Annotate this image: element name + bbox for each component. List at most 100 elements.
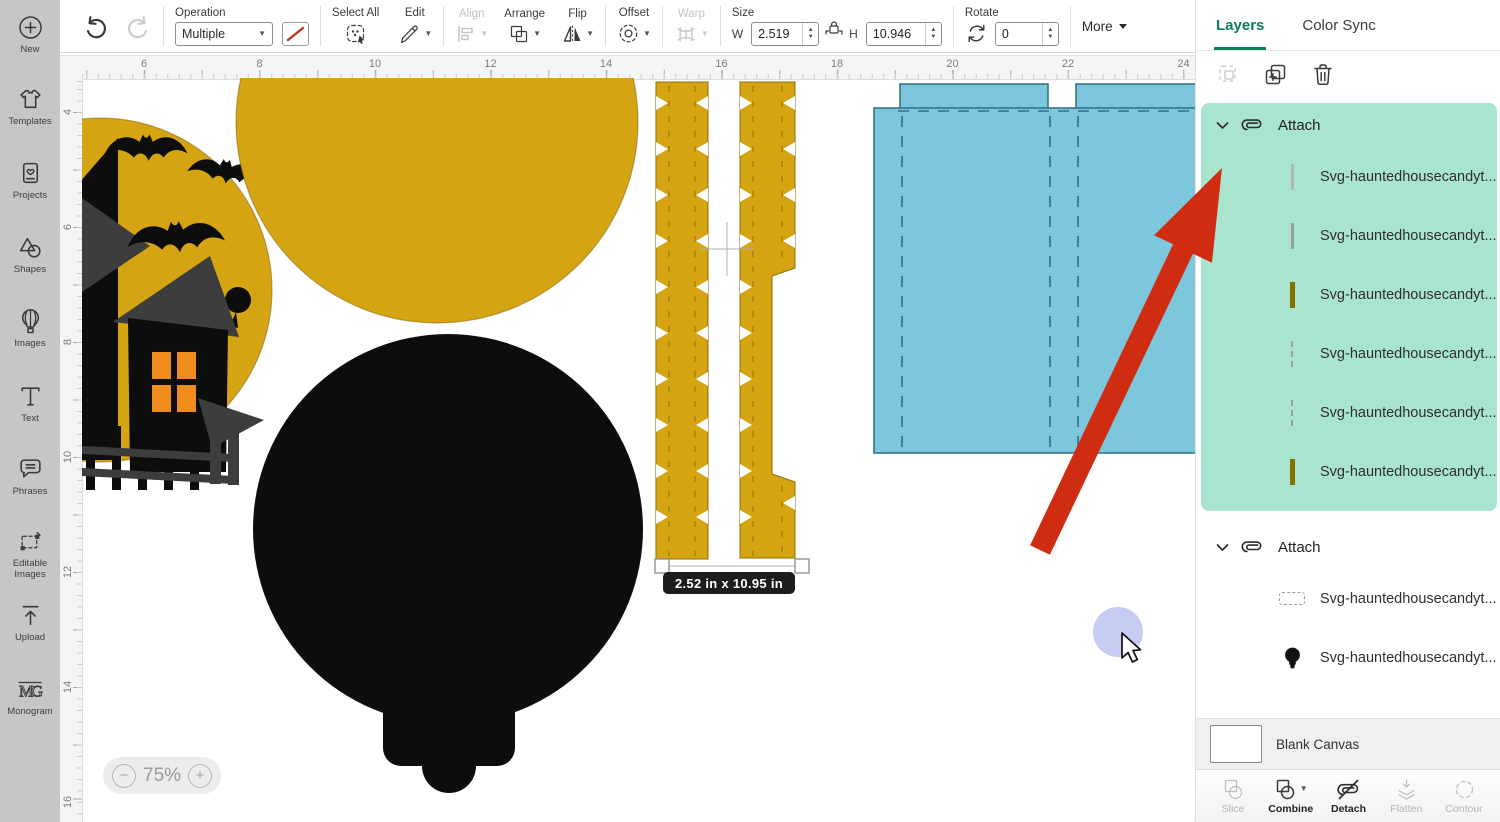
sidebar-item-label: Templates <box>8 116 52 127</box>
rotate-label: Rotate <box>964 6 999 19</box>
redo-button[interactable] <box>124 12 152 40</box>
blue-box-template <box>873 83 1195 454</box>
offset-button[interactable]: Offset ▼ <box>617 7 651 45</box>
sidebar-item-text[interactable]: Text <box>0 383 60 424</box>
sidebar-item-monogram[interactable]: MG Monogram <box>0 676 60 717</box>
layers-panel: Layers Color Sync Attach Svg-hauntedhous… <box>1195 0 1500 822</box>
group-header[interactable]: Attach <box>1201 525 1497 569</box>
slice-icon <box>1222 778 1245 801</box>
sidebar-item-phrases[interactable]: Phrases <box>0 456 60 497</box>
hot-air-balloon-icon <box>17 308 44 335</box>
rotate-stepper-arrows[interactable]: ▲ ▼ <box>1041 22 1058 45</box>
layers-toolbar <box>1196 51 1500 97</box>
layer-row[interactable]: Svg-hauntedhousecandyt... <box>1201 383 1497 442</box>
pencil-icon <box>397 22 421 46</box>
align-button[interactable]: Align ▼ <box>455 8 488 45</box>
chevron-down-icon <box>1118 23 1127 29</box>
layer-row[interactable]: Svg-hauntedhousecandyt... <box>1201 147 1497 206</box>
ruler-label: 8 <box>62 338 74 346</box>
align-icon <box>455 23 477 45</box>
rotate-input[interactable] <box>995 26 1042 41</box>
sidebar-item-new[interactable]: New <box>0 14 60 55</box>
tab-layers[interactable]: Layers <box>1213 0 1267 50</box>
operation-dropdown[interactable]: Multiple ▼ <box>175 21 273 46</box>
sidebar-item-templates[interactable]: Templates <box>0 86 60 127</box>
layer-label: Svg-hauntedhousecandyt... <box>1320 286 1497 303</box>
detach-icon <box>1336 778 1361 801</box>
layer-row[interactable]: Svg-hauntedhousecandyt... <box>1201 569 1497 628</box>
layer-label: Svg-hauntedhousecandyt... <box>1320 649 1497 666</box>
more-button[interactable]: More <box>1082 19 1127 34</box>
operation-group: Operation Multiple ▼ <box>175 7 309 46</box>
warp-button[interactable]: Warp ▼ <box>674 8 709 45</box>
ruler-label: 18 <box>830 58 844 70</box>
layer-label: Svg-hauntedhousecandyt... <box>1320 168 1497 185</box>
layer-thumbnail-line <box>1279 163 1305 190</box>
tab-color-sync[interactable]: Color Sync <box>1302 0 1375 50</box>
zoom-out-button[interactable]: − <box>112 763 136 788</box>
contour-icon <box>1453 778 1476 801</box>
height-input[interactable] <box>866 26 925 41</box>
layer-row[interactable]: Svg-hauntedhousecandyt... <box>1201 442 1497 501</box>
blank-canvas-swatch[interactable] <box>1210 725 1262 763</box>
layer-row[interactable]: Svg-hauntedhousecandyt... <box>1201 324 1497 383</box>
v-ruler: 4 6 8 10 12 14 16 <box>60 78 83 822</box>
select-all-button[interactable]: Select All <box>332 7 379 46</box>
warp-icon <box>674 23 698 45</box>
height-stepper: ▲▼ <box>865 21 942 46</box>
blank-canvas-row[interactable]: Blank Canvas <box>1196 718 1500 770</box>
group-header[interactable]: Attach <box>1201 103 1497 147</box>
layer-row[interactable]: Svg-hauntedhousecandyt... <box>1201 206 1497 265</box>
ruler-label: 6 <box>140 58 148 70</box>
sidebar-item-label: Editable Images <box>12 558 48 580</box>
edit-button[interactable]: Edit ▼ <box>397 7 432 46</box>
contour-button[interactable]: Contour <box>1437 778 1491 815</box>
chevron-down-icon: ▼ <box>1299 784 1308 793</box>
sidebar-item-images[interactable]: Images <box>0 308 60 349</box>
rotate-icon[interactable] <box>965 22 988 45</box>
layer-thumbnail-dashed-rect <box>1279 592 1305 605</box>
canvas-area[interactable]: 6 8 10 12 14 16 18 20 22 24 4 6 8 10 12 14 16 <box>60 52 1195 822</box>
multi-select-icon[interactable] <box>1216 62 1240 86</box>
layer-label: Svg-hauntedhousecandyt... <box>1320 404 1497 421</box>
ruler-label: 24 <box>1177 58 1190 70</box>
ruler-label: 6 <box>62 223 74 231</box>
ruler-label: 10 <box>62 450 74 464</box>
lock-icon[interactable] <box>824 19 844 37</box>
layer-row[interactable]: Svg-hauntedhousecandyt... <box>1201 265 1497 324</box>
chevron-down-icon[interactable] <box>1216 543 1229 552</box>
canvas-artwork[interactable] <box>82 78 1195 822</box>
width-stepper-arrows[interactable]: ▲ ▼ <box>802 22 818 45</box>
ruler-label: 12 <box>62 565 74 579</box>
select-all-icon <box>344 22 368 46</box>
slice-button[interactable]: Slice <box>1206 778 1260 815</box>
flatten-button[interactable]: Flatten <box>1379 778 1433 815</box>
chevron-down-icon[interactable] <box>1216 121 1229 130</box>
attach-paperclip-icon <box>1241 540 1264 554</box>
layer-row[interactable]: Svg-hauntedhousecandyt... <box>1201 628 1497 687</box>
new-icon <box>17 14 44 41</box>
sidebar-item-editable-images[interactable]: Editable Images <box>0 528 60 580</box>
layer-thumbnail-dashed-line <box>1279 340 1305 367</box>
combine-button[interactable]: ▼ Combine <box>1264 778 1318 815</box>
ruler-label: 12 <box>484 58 497 70</box>
flip-button[interactable]: Flip ▼ <box>561 8 594 45</box>
gold-circle-shape <box>235 78 639 324</box>
detach-button[interactable]: Detach <box>1322 778 1376 815</box>
width-input[interactable] <box>752 26 803 41</box>
sidebar-item-upload[interactable]: Upload <box>0 602 60 643</box>
undo-button[interactable] <box>82 12 110 40</box>
duplicate-icon[interactable] <box>1263 62 1288 87</box>
height-stepper-arrows[interactable]: ▲ ▼ <box>924 22 941 45</box>
trash-icon[interactable] <box>1311 62 1335 87</box>
offset-icon <box>617 22 640 45</box>
operation-color-swatch[interactable] <box>282 21 309 46</box>
layer-group-attach-1: Attach Svg-hauntedhousecandyt... Svg-hau… <box>1201 103 1497 511</box>
gold-strip-right <box>739 81 796 559</box>
group-label: Attach <box>1278 538 1321 556</box>
sidebar-item-shapes[interactable]: Shapes <box>0 234 60 275</box>
zoom-in-button[interactable]: + <box>188 763 213 788</box>
arrange-button[interactable]: Arrange ▼ <box>504 8 545 45</box>
sidebar-item-label: New <box>20 44 40 55</box>
sidebar-item-projects[interactable]: Projects <box>0 160 60 201</box>
